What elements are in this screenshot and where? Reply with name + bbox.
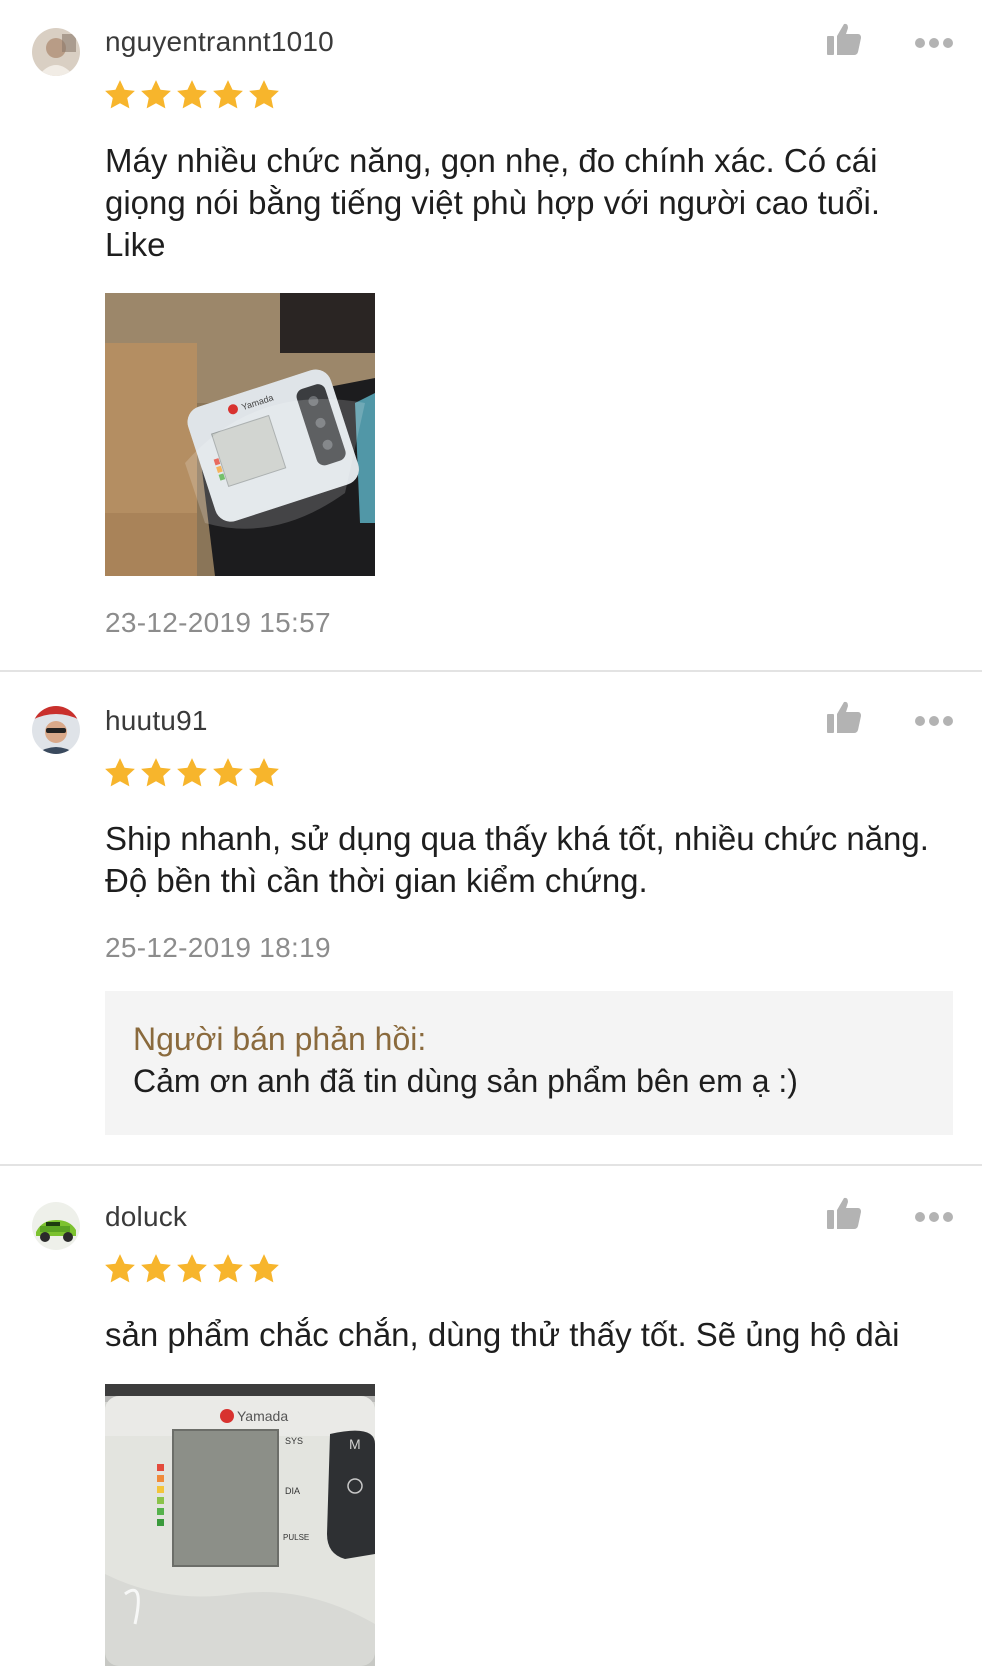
reviews-page: nguyentrannt1010 Máy nhiều chức năng, gọ…: [0, 0, 982, 1666]
star-icon: [249, 758, 279, 787]
review-text: Máy nhiều chức năng, gọn nhẹ, đo chính x…: [105, 142, 881, 263]
star-icon: [141, 80, 171, 109]
star-icon: [141, 758, 171, 787]
thumbs-up-icon[interactable]: [826, 700, 862, 734]
star-icon: [249, 80, 279, 109]
rating-stars: [103, 756, 281, 790]
avatar[interactable]: [32, 706, 80, 754]
review-item: doluck sản phẩm chắc chắn, dùng thử thấy…: [0, 1166, 982, 1666]
star-icon: [213, 1254, 243, 1283]
brand-text: Yamada: [237, 1408, 288, 1424]
star-icon: [213, 80, 243, 109]
display-label-dia: DIA: [285, 1486, 300, 1496]
star-icon: [105, 1254, 135, 1283]
seller-reply-label: Người bán phản hồi:: [133, 1021, 427, 1057]
display-label-sys: SYS: [285, 1436, 303, 1446]
star-icon: [249, 1254, 279, 1283]
device-button-m: M: [349, 1436, 361, 1452]
star-icon: [177, 80, 207, 109]
review-date: 25-12-2019 18:19: [105, 932, 331, 963]
username[interactable]: huutu91: [105, 705, 208, 737]
thumbs-up-icon[interactable]: [826, 1196, 862, 1230]
more-options-icon[interactable]: [914, 37, 954, 49]
avatar[interactable]: [32, 28, 80, 76]
thumbs-up-icon[interactable]: [826, 22, 862, 56]
star-icon: [105, 80, 135, 109]
seller-reply: Người bán phản hồi: Cảm ơn anh đã tin dù…: [105, 991, 953, 1135]
more-options-icon[interactable]: [914, 715, 954, 727]
seller-reply-text: Cảm ơn anh đã tin dùng sản phẩm bên em ạ…: [133, 1063, 798, 1099]
review-text: Ship nhanh, sử dụng qua thấy khá tốt, nh…: [105, 820, 929, 899]
star-icon: [177, 1254, 207, 1283]
more-options-icon[interactable]: [914, 1211, 954, 1223]
rating-stars: [103, 78, 281, 112]
star-icon: [177, 758, 207, 787]
avatar[interactable]: [32, 1202, 80, 1250]
star-icon: [105, 758, 135, 787]
star-icon: [213, 758, 243, 787]
review-item: huutu91 Ship nhanh, sử dụng qua thấy khá…: [0, 672, 982, 1164]
rating-stars: [103, 1252, 281, 1286]
display-label-pulse: PULSE: [283, 1533, 309, 1542]
username[interactable]: doluck: [105, 1201, 187, 1233]
star-icon: [141, 1254, 171, 1283]
review-photo[interactable]: Yamada: [105, 293, 375, 576]
review-date: 23-12-2019 15:57: [105, 607, 331, 638]
review-photo[interactable]: Yamada SYS DIA PULSE M: [105, 1384, 375, 1666]
review-text: sản phẩm chắc chắn, dùng thử thấy tốt. S…: [105, 1316, 900, 1353]
username[interactable]: nguyentrannt1010: [105, 26, 334, 58]
review-item: nguyentrannt1010 Máy nhiều chức năng, gọ…: [0, 0, 982, 670]
